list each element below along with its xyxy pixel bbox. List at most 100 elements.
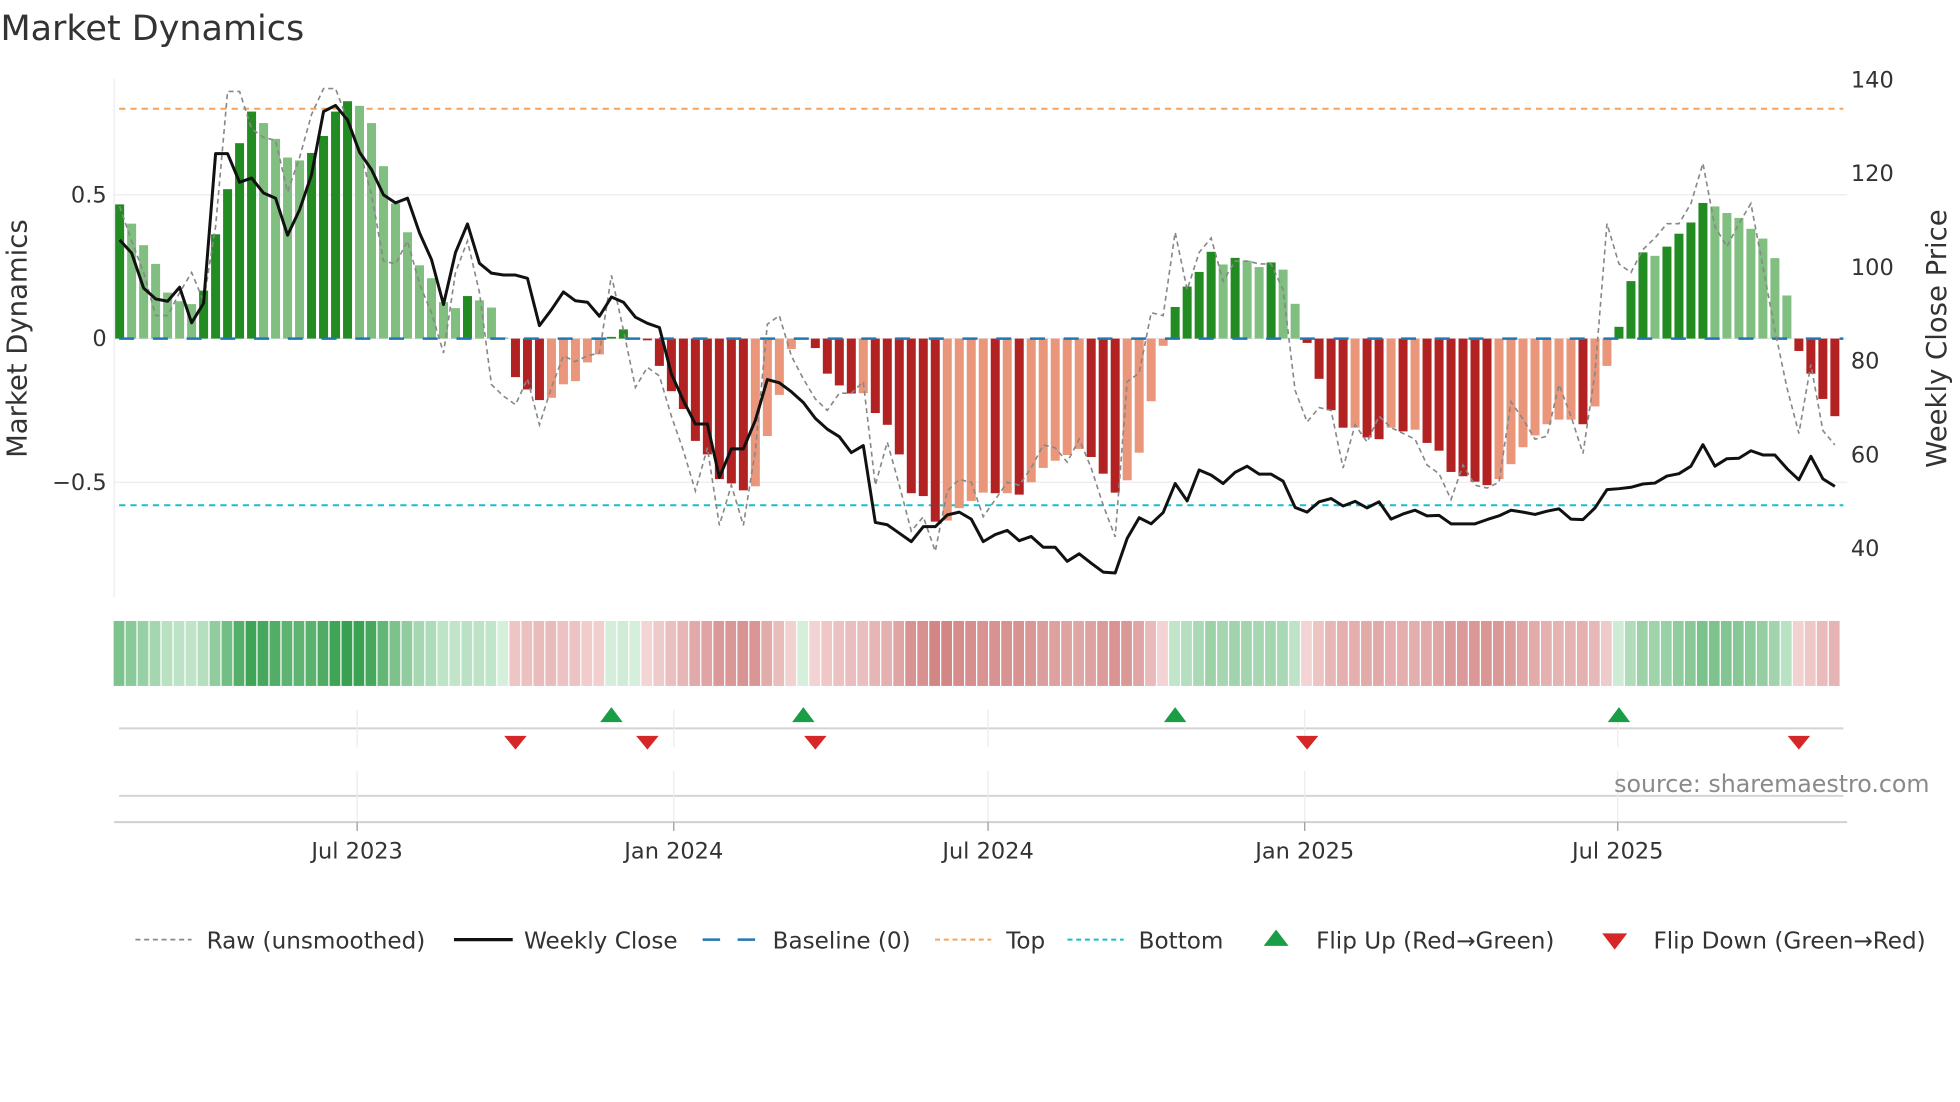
heat-cell	[1576, 620, 1588, 686]
dynamics-bar	[1122, 338, 1132, 481]
legend-label: Bottom	[1139, 928, 1224, 954]
dynamics-bar	[618, 329, 628, 339]
heat-cell	[1720, 620, 1732, 686]
dynamics-bar	[115, 204, 125, 339]
legend-item-baseline: Baseline (0)	[702, 928, 911, 954]
right-tick-label: 140	[1851, 67, 1894, 93]
dynamics-bar	[271, 138, 281, 339]
dynamics-bar	[175, 301, 185, 339]
heat-cell	[1469, 620, 1480, 686]
x-axis: Jul 2023 Jan 2024 Jul 2024 Jan 2025 Jul 2025	[114, 821, 1848, 864]
legend-flip-down-icon	[1602, 933, 1628, 950]
heat-cell	[377, 620, 389, 686]
flip-up-marker	[792, 707, 815, 723]
dynamics-bar	[1686, 222, 1696, 339]
heat-cell	[1828, 620, 1840, 686]
heat-cell	[617, 620, 629, 686]
heat-cell	[1744, 620, 1756, 686]
dynamics-bar	[1206, 251, 1216, 339]
x-tick-label: Jul 2025	[1570, 838, 1663, 864]
heat-cell	[857, 620, 869, 686]
dynamics-bar	[1746, 228, 1756, 339]
dynamics-bar	[1650, 255, 1660, 339]
heat-cell	[569, 620, 581, 686]
dynamics-bar	[1446, 338, 1456, 472]
dynamics-bar	[930, 338, 940, 522]
dynamics-bar	[1134, 338, 1144, 453]
heat-cell	[185, 620, 197, 686]
dynamics-bar	[1170, 306, 1180, 339]
heat-cell	[653, 620, 665, 686]
dynamics-bar	[259, 123, 269, 339]
heat-cell	[173, 620, 185, 686]
flip-down-marker	[1787, 735, 1811, 750]
dynamics-bar	[486, 307, 496, 339]
heat-cell	[1289, 620, 1300, 686]
heat-cell	[1361, 620, 1372, 686]
heat-cell	[1600, 620, 1612, 686]
heat-cell	[1445, 620, 1456, 686]
dynamics-bar	[1530, 338, 1540, 436]
heat-cell	[1193, 620, 1204, 686]
dynamics-bar	[211, 234, 221, 339]
dynamics-bar	[223, 189, 233, 339]
dynamics-bar	[510, 338, 520, 378]
legend-label: Raw (unsmoothed)	[207, 928, 426, 954]
legend-item-up: Flip Up (Red→Green)	[1263, 928, 1554, 954]
heat-cell	[1133, 620, 1144, 686]
heat-cell	[1301, 620, 1312, 686]
legend-label: Weekly Close	[524, 928, 678, 954]
heat-cell	[269, 620, 281, 686]
heat-cell	[1205, 620, 1216, 686]
dynamics-bar	[1038, 338, 1048, 468]
heat-cell	[1780, 620, 1792, 686]
dynamics-bar	[1146, 338, 1156, 402]
dynamics-bar	[1782, 295, 1792, 339]
dynamics-bar	[247, 111, 257, 339]
heat-cell	[1325, 620, 1336, 686]
dynamics-bar	[367, 123, 377, 339]
heat-cell	[113, 620, 125, 686]
dynamics-bar	[1626, 281, 1636, 339]
heat-cell	[329, 620, 341, 686]
heat-cell	[1349, 620, 1360, 686]
heat-cell	[1588, 620, 1600, 686]
flip-up-marker	[1163, 707, 1187, 723]
dynamics-bar	[1326, 338, 1336, 411]
flip-up-marker	[600, 707, 623, 723]
heat-cell	[1169, 620, 1180, 686]
heat-cell	[1564, 620, 1576, 686]
dynamics-bar	[1098, 338, 1108, 474]
heat-cell	[1037, 620, 1048, 686]
dynamics-bar	[1722, 213, 1732, 339]
heat-cell	[545, 620, 557, 686]
heat-cell	[941, 620, 953, 686]
dynamics-bar	[151, 263, 161, 339]
heat-cell	[341, 620, 353, 686]
heat-cell	[1241, 620, 1252, 686]
heat-cell	[1001, 620, 1012, 686]
dynamics-bar	[1062, 338, 1072, 455]
dynamics-bar	[1830, 338, 1840, 417]
dynamics-bar	[978, 338, 988, 493]
dynamics-bar	[738, 338, 748, 491]
dynamics-bar	[1002, 338, 1012, 494]
legend-flip-up-icon	[1263, 929, 1289, 946]
source-annotation: source: sharemaestro.com	[1614, 770, 1929, 798]
dynamics-bar	[534, 338, 544, 401]
heat-cell	[1696, 620, 1708, 686]
dynamics-bar	[1362, 338, 1372, 438]
dynamics-bar	[1374, 338, 1384, 440]
flip-up-marker	[1607, 707, 1631, 723]
heat-cell	[1756, 620, 1768, 686]
heat-cell	[1085, 620, 1096, 686]
dynamics-bar	[990, 338, 1000, 494]
market-dynamics-chart: Market Dynamics 0.5 0 −0.5 140 120 100 80 60 40…	[0, 9, 1952, 954]
heat-cell	[593, 620, 605, 686]
heat-cell	[929, 620, 941, 686]
dynamics-bar	[834, 338, 844, 386]
heat-cell	[353, 620, 365, 686]
heat-cell	[641, 620, 653, 686]
heat-cell	[305, 620, 317, 686]
right-tick-label: 60	[1851, 442, 1880, 468]
